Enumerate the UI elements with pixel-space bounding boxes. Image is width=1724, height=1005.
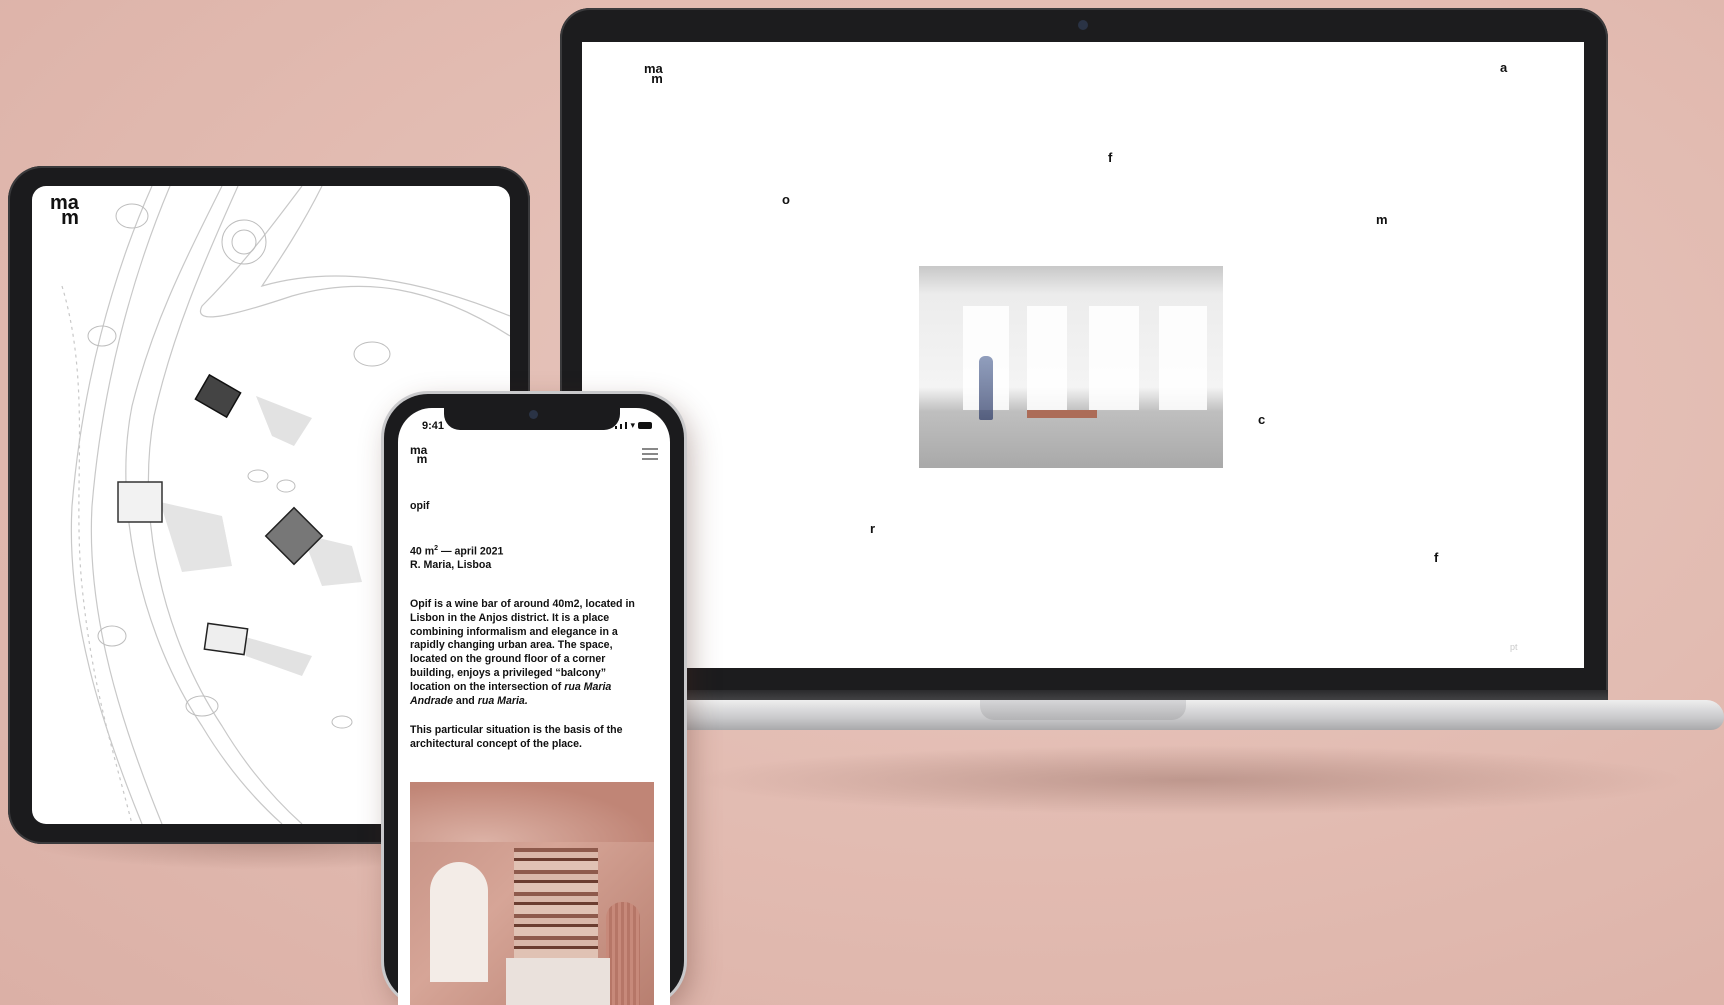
laptop-camera-icon <box>1078 20 1088 30</box>
street-name: Andrade <box>410 694 453 707</box>
laptop-screen: ma m a f o m c r f pt <box>582 42 1584 668</box>
curtain <box>1027 306 1067 410</box>
project-photo-wine-bar[interactable] <box>410 782 654 1005</box>
project-description: Opif is a wine bar of around 40m2, locat… <box>410 598 648 708</box>
site-logo[interactable]: ma m <box>644 62 663 85</box>
floating-letter-o[interactable]: o <box>782 192 790 207</box>
desc-line: Opif is a wine bar of around 40m2, locat… <box>410 598 635 610</box>
area-value: 40 m <box>410 545 435 558</box>
desc-line: located on the ground floor of a corner <box>410 653 606 666</box>
fluted-column <box>606 902 640 1005</box>
desc-line: rapidly changing urban area. The space, <box>410 639 613 652</box>
wifi-icon: ▾ <box>630 420 635 430</box>
floating-letter-m[interactable]: m <box>1376 212 1388 227</box>
signal-icon <box>615 426 618 429</box>
floating-letter-a[interactable]: a <box>1500 60 1507 75</box>
desc-line: Lisbon in the Anjos district. It is a pl… <box>410 611 610 624</box>
desc-text: and <box>452 694 478 707</box>
curtain <box>1089 306 1139 410</box>
tablet-site-logo[interactable]: ma m <box>50 193 79 228</box>
battery-icon <box>638 422 652 429</box>
status-time: 9:41 <box>422 420 445 432</box>
floating-letter-c[interactable]: c <box>1258 412 1265 427</box>
rug <box>1027 410 1097 418</box>
project-description-2: This particular situation is the basis o… <box>410 724 648 752</box>
street-name: rua Maria. <box>477 694 528 707</box>
street-name: rua Maria <box>564 680 612 693</box>
hamburger-menu-icon[interactable] <box>642 448 658 460</box>
phone-camera-icon <box>529 410 538 419</box>
desc-line: architectural concept of the place. <box>410 737 582 750</box>
wine-shelf <box>514 848 598 958</box>
phone-screen: 9:41 ▾ ma m opif 40 m2 — april 2021 R. M… <box>398 408 670 1005</box>
signal-icon <box>620 424 623 429</box>
desc-line: This particular situation is the basis o… <box>410 724 623 736</box>
project-date: — april 2021 <box>438 545 504 558</box>
arched-window <box>430 862 488 982</box>
project-title: opif <box>410 500 430 512</box>
ceiling <box>410 782 654 842</box>
language-toggle[interactable]: pt <box>1510 642 1518 652</box>
desc-line: combining informalism and elegance in a <box>410 625 618 638</box>
curtain <box>1159 306 1207 410</box>
laptop-opening-notch <box>980 700 1186 720</box>
desc-line: Andrade and rua Maria. <box>410 695 648 709</box>
floating-letter-f-2[interactable]: f <box>1434 550 1438 565</box>
project-photo-curtains[interactable] <box>919 266 1223 468</box>
laptop-shadow <box>690 745 1690 815</box>
desc-line: building, enjoys a privileged “balcony” <box>410 666 607 679</box>
desc-text: location on the intersection of <box>410 680 562 693</box>
project-meta: 40 m2 — april 2021 R. Maria, Lisboa <box>410 542 648 573</box>
status-icons: ▾ <box>615 420 652 430</box>
floating-letter-f[interactable]: f <box>1108 150 1112 165</box>
counter <box>506 958 610 1005</box>
blurred-person <box>979 356 993 420</box>
project-location: R. Maria, Lisboa <box>410 559 492 572</box>
desc-line: location on the intersection of rua Mari… <box>410 681 648 695</box>
phone-site-logo[interactable]: ma m <box>410 444 427 465</box>
signal-icon <box>625 422 628 429</box>
floating-letter-r[interactable]: r <box>870 521 875 536</box>
